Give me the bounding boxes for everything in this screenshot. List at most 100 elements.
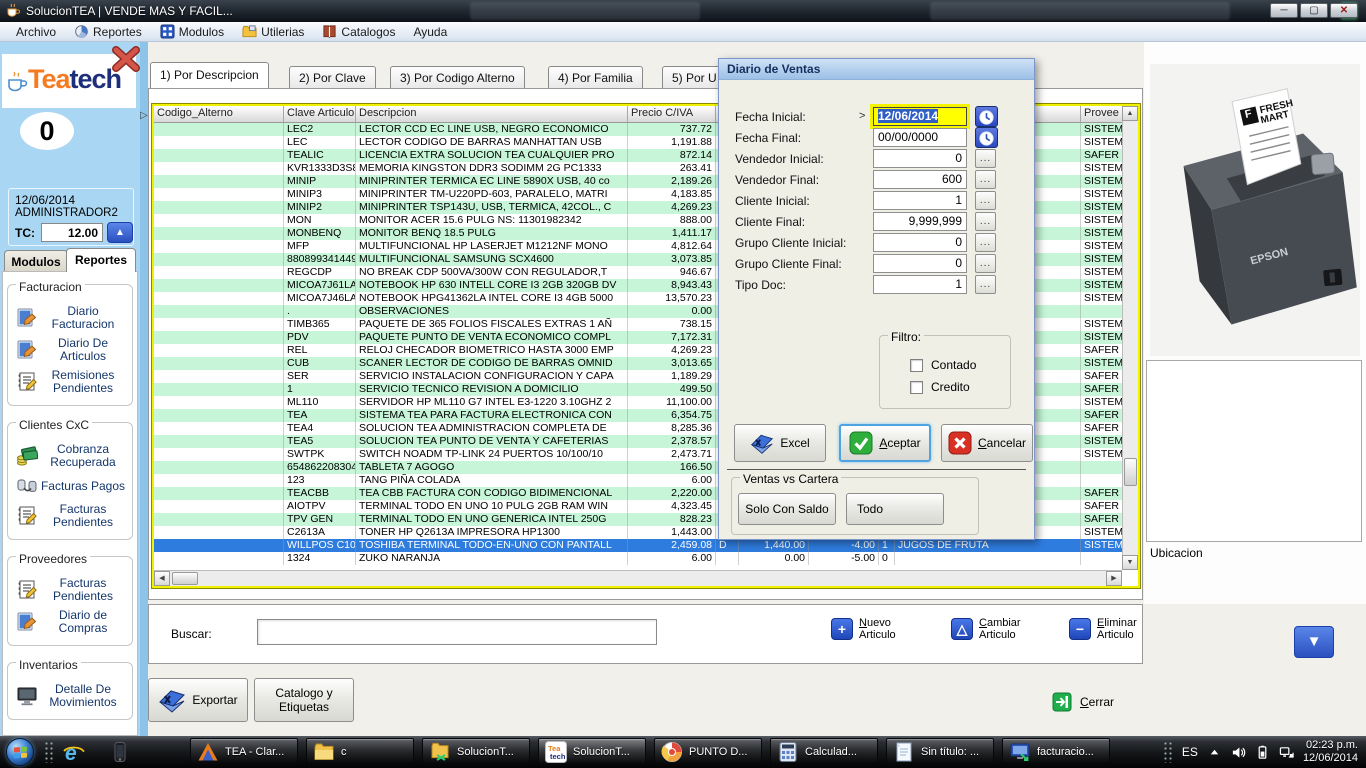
- menu-item-catalogos[interactable]: Catalogos: [314, 23, 403, 40]
- menu-item-modulos[interactable]: Modulos: [152, 23, 232, 40]
- lookup-ellipsis-button[interactable]: ...: [975, 191, 996, 210]
- sidebar-tab-reportes[interactable]: Reportes: [66, 248, 136, 272]
- taskbar-button-c[interactable]: c: [306, 738, 414, 766]
- vertical-scroll-thumb[interactable]: [1124, 458, 1137, 486]
- sidebar-item-facturas-pagos[interactable]: Facturas Pagos: [12, 475, 128, 497]
- checkbox-box[interactable]: [910, 359, 923, 372]
- lookup-ellipsis-button[interactable]: ...: [975, 170, 996, 189]
- vertical-scrollbar[interactable]: ▲ ▼: [1122, 106, 1138, 570]
- dialog-field-input[interactable]: 600: [873, 170, 967, 189]
- sidebar-item-diario-de-articulos[interactable]: Diario De Articulos: [12, 337, 128, 363]
- taskbar-clock[interactable]: 02:23 p.m. 12/06/2014: [1303, 739, 1358, 765]
- exportar-button[interactable]: Exportar: [148, 678, 248, 722]
- taskbar-button-puntod[interactable]: PUNTO D...: [654, 738, 762, 766]
- dialog-field-input[interactable]: 12/06/2014: [873, 107, 967, 126]
- tab-1-por-descripcion[interactable]: 1) Por Descripcion: [150, 62, 269, 88]
- taskbar-button-soluciont[interactable]: TeatechSolucionT...: [538, 738, 646, 766]
- column-header-Descripcion[interactable]: Descripcion: [356, 106, 628, 122]
- cancelar-button[interactable]: Cancelar: [941, 424, 1033, 462]
- lookup-ellipsis-button[interactable]: ...: [975, 233, 996, 252]
- checkbox-credito[interactable]: Credito: [910, 380, 1010, 394]
- scroll-panel-down-button[interactable]: ▼: [1294, 626, 1334, 658]
- network-icon[interactable]: [1279, 745, 1294, 760]
- eliminar-articulo-button[interactable]: −EliminarArticulo: [1069, 617, 1137, 641]
- media-player-icon[interactable]: [108, 740, 132, 764]
- sidebar-item-diario-de-compras[interactable]: Diario de Compras: [12, 609, 128, 635]
- taskbar-button-calculad[interactable]: Calculad...: [770, 738, 878, 766]
- tab-4-por-familia[interactable]: 4) Por Familia: [548, 66, 643, 88]
- cell-clave: REGCDP: [284, 266, 356, 279]
- dialog-field-input[interactable]: 9,999,999: [873, 212, 967, 231]
- volume-icon[interactable]: [1231, 745, 1246, 760]
- battery-icon[interactable]: [1255, 745, 1270, 760]
- dialog-field-input[interactable]: 0: [873, 254, 967, 273]
- menu-item-archivo[interactable]: Archivo: [8, 24, 64, 40]
- catalogo-etiquetas-button[interactable]: Catalogo y Etiquetas: [254, 678, 354, 722]
- calendar-button[interactable]: [975, 127, 998, 148]
- scroll-down-button[interactable]: ▼: [1122, 555, 1138, 570]
- tab-2-por-clave[interactable]: 2) Por Clave: [289, 66, 376, 88]
- minimize-icon[interactable]: ─: [1270, 3, 1298, 18]
- sidebar-item-facturas-pendientes[interactable]: Facturas Pendientes: [12, 577, 128, 603]
- checkbox-contado[interactable]: Contado: [910, 358, 1010, 372]
- start-button[interactable]: [6, 738, 34, 766]
- menu-item-ayuda[interactable]: Ayuda: [405, 24, 455, 40]
- calendar-button[interactable]: [975, 106, 998, 127]
- lookup-ellipsis-button[interactable]: ...: [975, 275, 996, 294]
- scroll-right-button[interactable]: ▶: [1106, 571, 1122, 586]
- taskbar-button-teaclar[interactable]: TEA - Clar...: [190, 738, 298, 766]
- table-row[interactable]: 1324ZUKO NARANJA6.000.00-5.000: [154, 552, 1138, 565]
- close-panel-icon[interactable]: [112, 46, 140, 72]
- aceptar-button[interactable]: Aceptar: [839, 424, 931, 462]
- column-header-Codigo_Alterno[interactable]: Codigo_Alterno: [154, 106, 284, 122]
- dialog-field-input[interactable]: 0: [873, 149, 967, 168]
- tc-value-field[interactable]: 12.00: [41, 223, 103, 242]
- lookup-ellipsis-button[interactable]: ...: [975, 212, 996, 231]
- maximize-icon[interactable]: ▢: [1300, 3, 1328, 18]
- tab-3-por-codigo-alterno[interactable]: 3) Por Codigo Alterno: [390, 66, 525, 88]
- close-icon[interactable]: ✕: [1330, 3, 1358, 18]
- scroll-up-button[interactable]: ▲: [1122, 106, 1138, 121]
- horizontal-scroll-thumb[interactable]: [172, 572, 198, 585]
- taskbar-button-soluciont[interactable]: SolucionT...: [422, 738, 530, 766]
- dialog-field-input[interactable]: 0: [873, 233, 967, 252]
- taskbar-button-sinttulo[interactable]: Sin título: ...: [886, 738, 994, 766]
- tray-separator: [1163, 741, 1173, 763]
- dialog-field-input[interactable]: 1: [873, 191, 967, 210]
- sidebar-item-diario-facturacion[interactable]: Diario Facturacion: [12, 305, 128, 331]
- language-indicator[interactable]: ES: [1182, 745, 1198, 759]
- cerrar-button[interactable]: Cerrar: [1052, 692, 1114, 712]
- horizontal-scrollbar[interactable]: ◀ ▶: [154, 570, 1122, 586]
- sidebar-item-cobranza-recuperada[interactable]: Cobranza Recuperada: [12, 443, 128, 469]
- scroll-left-button[interactable]: ◀: [154, 571, 170, 586]
- menu-item-reportes[interactable]: Reportes: [66, 23, 150, 40]
- pie-chart-icon: [74, 24, 89, 39]
- cell-codigo: [154, 370, 284, 383]
- tray-expand-icon[interactable]: [1207, 745, 1222, 760]
- search-input[interactable]: [257, 619, 657, 645]
- cell-desc: TEA CBB FACTURA CON CODIGO BIDIMENCIONAL: [356, 487, 628, 500]
- menu-item-utilerias[interactable]: Utilerias: [234, 23, 312, 40]
- excel-button[interactable]: Excel: [734, 424, 826, 462]
- column-header-Precio C/IVA[interactable]: Precio C/IVA: [628, 106, 716, 122]
- nuevo-articulo-button[interactable]: +NuevoArticulo: [831, 617, 896, 641]
- cambiar-articulo-button[interactable]: △CambiarArticulo: [951, 617, 1021, 641]
- todo-button[interactable]: Todo: [846, 493, 944, 525]
- sidebar-item-remisiones-pendientes[interactable]: Remisiones Pendientes: [12, 369, 128, 395]
- sidebar-item-detalle-de-movimientos[interactable]: Detalle De Movimientos: [12, 683, 128, 709]
- lookup-ellipsis-button[interactable]: ...: [975, 254, 996, 273]
- solo-con-saldo-button[interactable]: Solo Con Saldo: [738, 493, 836, 525]
- dialog-field-input[interactable]: 00/00/0000: [873, 128, 967, 147]
- monitor-icon: [16, 685, 38, 707]
- sidebar-group-title: Facturacion: [16, 280, 85, 294]
- table-row[interactable]: WILLPOS C10TOSHIBA TERMINAL TODO-EN-UNO …: [154, 539, 1138, 552]
- checkbox-box[interactable]: [910, 381, 923, 394]
- dialog-field-input[interactable]: 1: [873, 275, 967, 294]
- cell-codigo: [154, 435, 284, 448]
- taskbar-button-facturacio[interactable]: facturacio...: [1002, 738, 1110, 766]
- tc-update-button[interactable]: ▲: [107, 222, 133, 243]
- column-header-Clave Articulo[interactable]: Clave Articulo: [284, 106, 356, 122]
- ie-icon[interactable]: e: [62, 740, 86, 764]
- sidebar-item-facturas-pendientes[interactable]: Facturas Pendientes: [12, 503, 128, 529]
- lookup-ellipsis-button[interactable]: ...: [975, 149, 996, 168]
